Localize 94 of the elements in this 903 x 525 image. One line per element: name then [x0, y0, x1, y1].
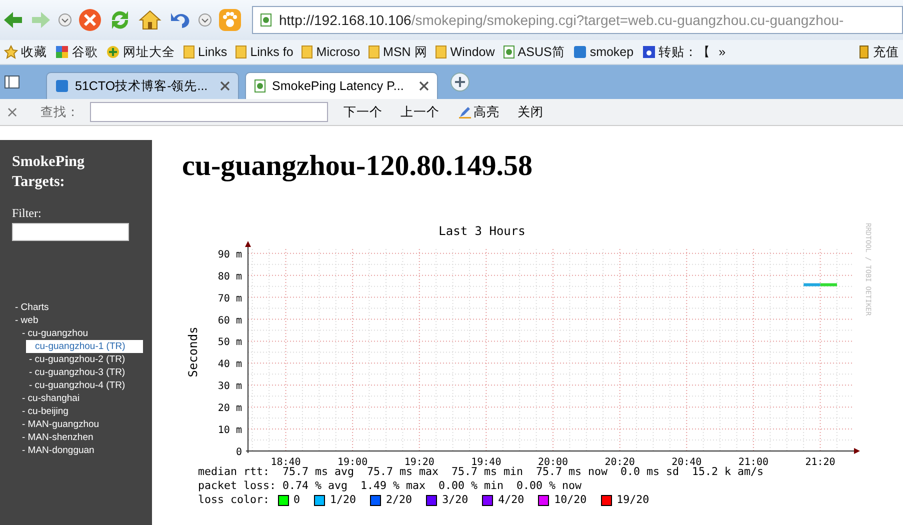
browser-tab[interactable]: 51CTO技术博客-领先... [46, 72, 239, 99]
x-tick-label: 20:00 [538, 457, 568, 468]
legend-text: 3/20 [442, 493, 468, 507]
dropdown-icon[interactable] [198, 13, 212, 27]
new-tab-icon[interactable] [450, 72, 470, 92]
bookmark-item[interactable]: 收藏 [4, 44, 47, 60]
page-icon [502, 45, 515, 59]
close-button[interactable]: 关闭 [518, 104, 544, 120]
tree-item[interactable]: - cu-beijing [22, 405, 68, 418]
bookmark-item[interactable]: Links [183, 45, 228, 59]
close-icon[interactable] [419, 81, 429, 91]
stop-icon[interactable] [78, 8, 102, 32]
x-tick-label: 19:00 [338, 457, 368, 468]
tree-item[interactable]: - cu-guangzhou-3 (TR) [29, 366, 126, 379]
url-text: http://192.168.10.106/smokeping/smokeping.cgi?target=web.cu-guangzhou.cu-guangzhou- [279, 12, 844, 28]
page-icon [254, 79, 266, 93]
more-bookmarks-chevron[interactable]: » [718, 45, 726, 59]
x-tick-label: 19:20 [404, 457, 434, 468]
tree-item[interactable]: cu-guangzhou-1 (TR) [26, 340, 143, 353]
sidebar-toggle-icon[interactable] [4, 75, 20, 89]
find-label: 查找： [40, 104, 80, 120]
folder-icon [235, 45, 248, 59]
address-bar[interactable]: http://192.168.10.106/smokeping/smokeping.cgi?target=web.cu-guangzhou.cu-guangzhou- [252, 6, 903, 34]
legend-text: 4/20 [498, 493, 524, 507]
legend-text: 2/20 [386, 493, 412, 507]
sidebar-title: SmokePing Targets: [12, 153, 86, 192]
legend-label: loss color: [198, 493, 270, 507]
y-tick-label: 10 m [218, 425, 242, 436]
bookmark-item[interactable]: Window [435, 45, 495, 59]
app-icon [55, 79, 69, 93]
y-tick-label: 40 m [218, 359, 242, 370]
recharge-button[interactable]: 充值 [858, 44, 899, 60]
bookmark-item[interactable]: Microso [301, 45, 360, 59]
close-icon[interactable] [220, 81, 230, 91]
next-button[interactable]: 下一个 [344, 104, 383, 120]
tree-item[interactable]: - MAN-guangzhou [22, 418, 100, 431]
folder-icon [301, 45, 314, 59]
y-tick-label: 50 m [218, 337, 242, 348]
folder-icon [183, 45, 195, 59]
pen-icon [458, 105, 472, 119]
tree-item[interactable]: - cu-guangzhou [22, 327, 88, 340]
y-tick-label: 30 m [218, 381, 242, 392]
browser-tab[interactable]: SmokePing Latency P... [245, 72, 438, 99]
filter-field[interactable] [12, 223, 129, 241]
x-tick-label: 21:20 [805, 457, 836, 468]
star-icon [4, 45, 18, 59]
chart-title: Last 3 Hours [438, 224, 526, 238]
legend-text: 0 [294, 493, 300, 507]
page-icon [259, 13, 273, 27]
y-tick-label: 80 m [218, 271, 242, 282]
y-tick-label: 90 m [218, 249, 242, 260]
y-tick-label: 70 m [218, 293, 242, 304]
y-axis-label: Seconds [186, 326, 200, 378]
legend-text: 1/20 [330, 493, 356, 507]
tree-item[interactable]: - cu-shanghai [22, 392, 80, 405]
x-tick-label: 20:20 [604, 457, 635, 468]
find-field[interactable] [90, 102, 328, 122]
close-find-button[interactable]: × [6, 103, 19, 121]
filter-label: Filter: [12, 206, 42, 221]
folder-icon [435, 45, 448, 59]
bookmark-item[interactable]: 网址大全 [106, 44, 175, 60]
bookmark-item[interactable]: 谷歌 [55, 44, 98, 60]
highlight-button[interactable]: 高亮 [458, 104, 500, 120]
y-tick-label: 60 m [218, 315, 242, 326]
back-arrow-icon[interactable] [2, 9, 24, 31]
legend-text: 10/20 [554, 493, 587, 507]
folder-icon [368, 45, 380, 59]
legend-text: 19/20 [616, 493, 650, 507]
previous-button[interactable]: 上一个 [400, 104, 440, 120]
bookmark-item[interactable]: smokep [572, 45, 634, 59]
x-tick-label: 20:40 [672, 457, 702, 468]
plus-circle-icon [106, 45, 120, 59]
home-icon[interactable] [138, 8, 162, 32]
tree-item[interactable]: - cu-guangzhou-4 (TR) [29, 379, 126, 392]
tree-item[interactable]: - MAN-shenzhen [22, 431, 94, 444]
stats-line: packet loss: 0.74 % avg 1.49 % max 0.00 % min 0.00 % now [198, 479, 583, 493]
y-tick-label: 20 m [218, 403, 242, 414]
dropdown-icon[interactable] [58, 13, 72, 27]
tree-item[interactable]: - Charts [15, 301, 49, 314]
x-tick-label: 21:00 [738, 457, 768, 468]
app-icon [572, 45, 587, 59]
tree-item[interactable]: - MAN-dongguan [22, 444, 94, 457]
tree-item[interactable]: - cu-guangzhou-2 (TR) [29, 353, 126, 366]
bookmark-item[interactable]: ASUS简 [502, 44, 565, 60]
tree-item[interactable]: - web [15, 314, 38, 327]
stats-line: median rtt: 75.7 ms avg 75.7 ms max 75.7 ms min 75.7 ms now 0.0 ms sd 15.2 k am/s [198, 465, 764, 479]
x-tick-label: 19:40 [471, 457, 502, 468]
grid-icon [55, 45, 69, 59]
page-heading: cu-guangzhou-120.80.149.58 [182, 150, 534, 183]
bookmark-item[interactable]: MSN 网 [368, 44, 428, 60]
bookmark-item[interactable]: Links fo [235, 45, 294, 59]
y-tick-label: 0 [236, 447, 242, 458]
x-tick-label: 18:40 [270, 457, 301, 468]
bookmark-item[interactable]: 转贴：【 [642, 44, 711, 60]
